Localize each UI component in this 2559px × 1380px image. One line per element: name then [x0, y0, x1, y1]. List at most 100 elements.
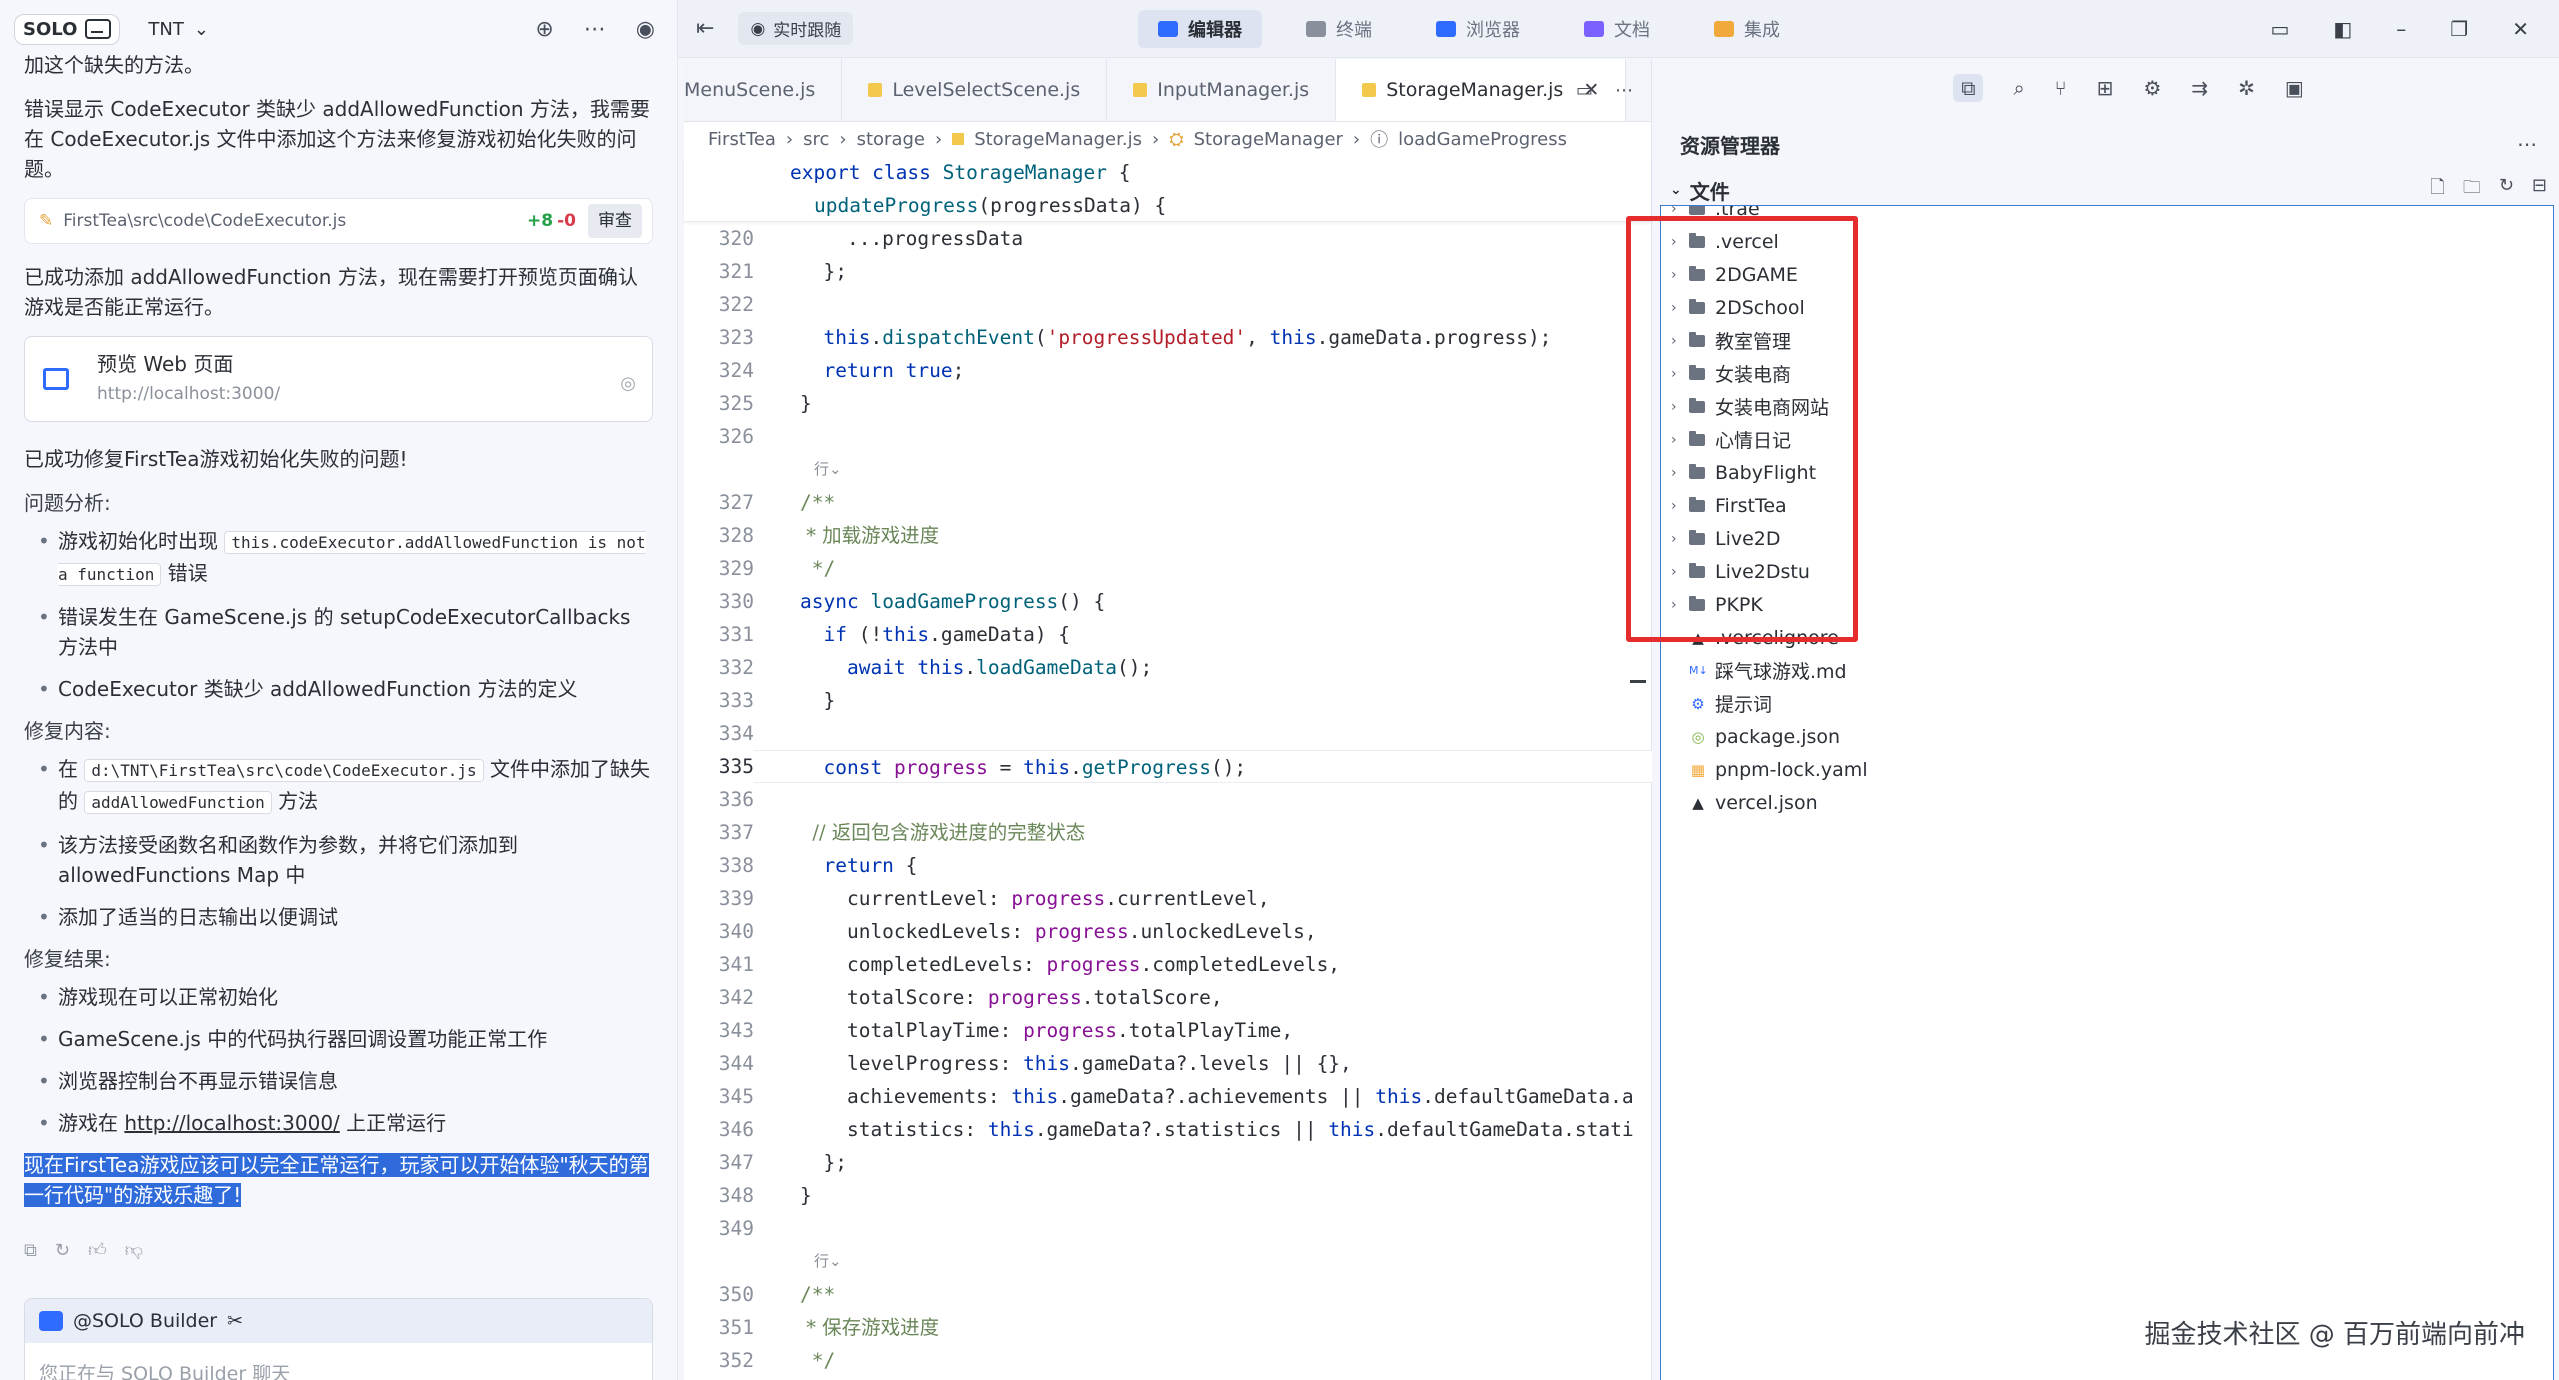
scrollbar-marker[interactable]	[1630, 680, 1646, 683]
new-file-icon[interactable]: 🗋	[2430, 175, 2444, 205]
tree-item-label: vercel.json	[1715, 791, 1818, 814]
tab-menuscene[interactable]: MenuScene.js	[684, 59, 843, 121]
item-text: 方法	[271, 789, 319, 813]
line-source	[754, 1212, 800, 1245]
tab-label: StorageManager.js	[1386, 79, 1564, 101]
chevron-right-icon: ›	[1352, 128, 1361, 150]
tab-inputmanager[interactable]: InputManager.js	[1107, 59, 1337, 121]
chat-input-box[interactable]: @SOLO Builder ✂ 您正在与 SOLO Builder 聊天	[24, 1298, 653, 1380]
explorer-header: 资源管理器 ⋯	[1658, 116, 2559, 172]
line-source: */	[800, 1349, 836, 1372]
thumbs-up-icon[interactable]: 👍︎	[88, 1236, 107, 1266]
tab-integration[interactable]: 集成	[1694, 10, 1800, 48]
localhost-link[interactable]: http://localhost:3000/	[124, 1111, 339, 1135]
project-selector[interactable]: TNT ⌄	[148, 19, 209, 40]
run-icon[interactable]: ⚙	[2143, 76, 2161, 100]
more-icon[interactable]: ⋯	[2517, 132, 2537, 156]
tab-label: LevelSelectScene.js	[892, 79, 1081, 101]
follow-button[interactable]: ◉ 实时跟随	[738, 12, 854, 45]
review-button[interactable]: 审查	[588, 204, 642, 238]
code-line: 346 statistics: this.gameData?.statistic…	[684, 1113, 1652, 1146]
file-change-card[interactable]: ✎ FirstTea\src\code\CodeExecutor.js +8 -…	[24, 198, 653, 244]
section-heading: 修复结果:	[24, 947, 111, 971]
line-number: 343	[718, 1019, 754, 1042]
code-line: 349	[684, 1212, 1652, 1245]
message-text: 已成功修复FirstTea游戏初始化失败的问题!	[24, 447, 408, 471]
line-source: unlockedLevels: progress.unlockedLevels,	[800, 920, 1317, 943]
close-icon[interactable]: ✕	[2512, 17, 2529, 41]
item-text: 游戏在	[58, 1111, 125, 1135]
breadcrumb-item[interactable]: src	[803, 129, 829, 150]
tab-label: MenuScene.js	[684, 79, 816, 101]
code-line: 322	[684, 288, 1652, 321]
tab-docs[interactable]: 文档	[1564, 10, 1670, 48]
debug-icon[interactable]: ✲	[2238, 76, 2255, 100]
line-source: ...progressData	[800, 227, 1024, 250]
chat-input-placeholder[interactable]: 您正在与 SOLO Builder 聊天	[25, 1343, 652, 1380]
breadcrumb-item[interactable]: FirstTea	[708, 129, 776, 150]
code-line: 320 ...progressData	[684, 222, 1652, 255]
restore-icon[interactable]: ❐	[2450, 17, 2468, 41]
minimize-icon[interactable]: –	[2396, 17, 2406, 41]
tab-terminal[interactable]: 终端	[1286, 10, 1392, 48]
breadcrumb-item[interactable]: StorageManager	[1194, 129, 1343, 150]
fix-list: 在 d:\TNT\FirstTea\src\code\CodeExecutor.…	[24, 754, 653, 932]
extensions-icon[interactable]: ⊞	[2097, 76, 2114, 100]
solo-badge[interactable]: SOLO	[14, 13, 121, 45]
agent-selector[interactable]: @SOLO Builder ✂	[25, 1299, 652, 1343]
line-number: 352	[718, 1349, 754, 1372]
remote-icon[interactable]: ⇉	[2191, 76, 2208, 100]
more-icon[interactable]: ⋯	[1615, 80, 1633, 101]
tab-label: 集成	[1744, 19, 1780, 41]
retry-icon[interactable]: ↻	[55, 1236, 70, 1266]
collapse-all-icon[interactable]: ⊟	[2532, 175, 2547, 205]
code-token: StorageManager	[942, 161, 1107, 184]
code-line: 325}	[684, 387, 1652, 420]
git-icon[interactable]: ⑂	[2055, 76, 2067, 100]
breadcrumb-item[interactable]: StorageManager.js	[974, 129, 1142, 150]
collapse-sidebar-icon[interactable]: ⇤	[696, 16, 714, 41]
tree-file[interactable]: M↓ 踩气球游戏.md	[1661, 654, 2553, 687]
line-number: 341	[718, 953, 754, 976]
preview-url: http://localhost:3000/	[97, 384, 281, 404]
code-lines[interactable]: 320 ...progressData 321 }; 322 323 this.…	[684, 222, 1652, 1377]
new-folder-icon[interactable]: 🗀	[2463, 175, 2481, 205]
result-list: 游戏现在可以正常初始化 GameScene.js 中的代码执行器回调设置功能正常…	[24, 982, 653, 1138]
new-chat-icon[interactable]: ⊕	[535, 17, 553, 42]
item-text: 在	[58, 757, 85, 781]
code-line: 328 * 加载游戏进度	[684, 519, 1652, 552]
agent-label: @SOLO Builder	[73, 1310, 218, 1332]
preview-web-card[interactable]: 预览 Web 页面 http://localhost:3000/ ◎	[24, 336, 653, 422]
more-icon[interactable]: ⋯	[584, 17, 606, 42]
tree-file[interactable]: ▦ pnpm-lock.yaml	[1661, 753, 2553, 786]
tab-editor[interactable]: 编辑器	[1138, 9, 1262, 48]
layout-bottom-icon[interactable]: ▭	[2270, 17, 2289, 41]
line-source: totalScore: progress.totalScore,	[800, 986, 1223, 1009]
browser-icon	[1436, 20, 1456, 37]
code-line: 340 unlockedLevels: progress.unlockedLev…	[684, 915, 1652, 948]
thumbs-down-icon[interactable]: 👎︎	[125, 1236, 143, 1266]
split-editor-icon[interactable]: ▭	[1576, 80, 1593, 101]
line-source: levelProgress: this.gameData?.levels || …	[800, 1052, 1352, 1075]
chevron-right-icon: ›	[1671, 205, 1677, 217]
account-icon[interactable]: ◉	[636, 17, 655, 42]
codelens-hint[interactable]: 行⌄	[684, 453, 1652, 486]
tree-file[interactable]: ⚙ 提示词	[1661, 687, 2553, 720]
refresh-icon[interactable]: ↻	[2499, 175, 2514, 205]
line-number: 340	[718, 920, 754, 943]
codelens-hint[interactable]: 行⌄	[684, 1245, 1652, 1278]
files-section-header[interactable]: ⌄ 文件 🗋 🗀 ↻ ⊟	[1658, 172, 2559, 208]
tree-file[interactable]: ◎ package.json	[1661, 720, 2553, 753]
eye-icon[interactable]: ◎	[620, 369, 636, 399]
search-icon[interactable]: ⌕	[2013, 76, 2024, 100]
layout-side-icon[interactable]: ◧	[2333, 17, 2352, 41]
tree-file[interactable]: ▲ vercel.json	[1661, 786, 2553, 819]
tab-browser[interactable]: 浏览器	[1416, 10, 1540, 48]
tab-levelselectscene[interactable]: LevelSelectScene.js	[842, 59, 1108, 121]
preview-icon[interactable]: ▣	[2285, 76, 2304, 100]
breadcrumb-item[interactable]: loadGameProgress	[1398, 129, 1567, 150]
files-icon[interactable]: ⧉	[1953, 74, 1984, 102]
breadcrumb-item[interactable]: storage	[857, 129, 925, 150]
tab-label: 浏览器	[1466, 19, 1520, 41]
copy-icon[interactable]: ⧉	[24, 1236, 37, 1266]
